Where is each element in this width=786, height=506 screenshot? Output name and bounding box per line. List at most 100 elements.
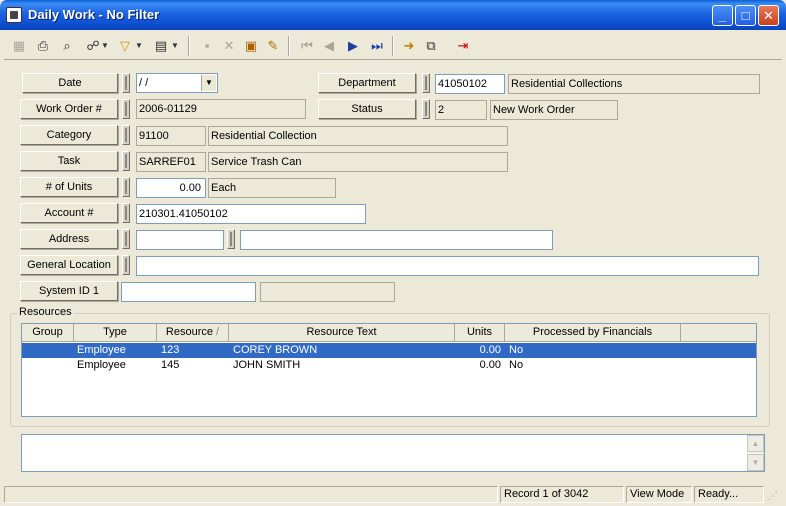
- column-header-processed[interactable]: Processed by Financials: [505, 324, 681, 342]
- close-button[interactable]: ✕: [758, 5, 779, 26]
- ready-indicator: Ready...: [694, 486, 764, 503]
- cell-resource-text: JOHN SMITH: [233, 359, 301, 371]
- work-order-label-button[interactable]: Work Order #: [20, 99, 118, 119]
- cell-units: 0.00: [479, 359, 501, 371]
- close-icon: ✕: [763, 8, 774, 23]
- date-grip[interactable]: [122, 73, 130, 93]
- scroll-down-icon[interactable]: ▼: [747, 454, 764, 471]
- toolbar: ▦ ⎙ ⌕ ☍ ▼ ▽ ▼ ▤ ▼ ▪ ✕ ▣ ✎ ⏮ ◀ ▶ ⏭ ➜ ⧉ ⇥: [4, 31, 782, 60]
- exit-icon[interactable]: ⇥: [452, 35, 474, 57]
- task-code-field: SARREF01: [136, 152, 206, 172]
- account-grip[interactable]: [122, 203, 130, 223]
- goto-icon[interactable]: ➜: [398, 35, 420, 57]
- filter-dropdown-arrow-icon[interactable]: ▼: [134, 35, 144, 57]
- units-field[interactable]: 0.00: [136, 178, 206, 198]
- units-grip[interactable]: [122, 177, 130, 197]
- column-header-filler: [681, 324, 756, 342]
- department-grip[interactable]: [422, 73, 430, 93]
- department-code-field[interactable]: 41050102: [435, 74, 505, 94]
- resources-group-label: Resources: [17, 306, 74, 318]
- preview-icon[interactable]: ⌕: [56, 35, 78, 57]
- chevron-down-icon[interactable]: ▼: [201, 75, 216, 91]
- table-row[interactable]: Employee 123 COREY BROWN 0.00 No: [22, 343, 756, 358]
- cell-type: Employee: [77, 359, 126, 371]
- table-row[interactable]: Employee 145 JOHN SMITH 0.00 No: [22, 358, 756, 373]
- record-counter: Record 1 of 3042: [500, 486, 624, 503]
- filter-icon[interactable]: ▽: [114, 35, 136, 57]
- edit-icon[interactable]: ✎: [262, 35, 284, 57]
- units-label-button[interactable]: # of Units: [20, 177, 118, 197]
- department-name-field: Residential Collections: [508, 74, 760, 94]
- category-label-button[interactable]: Category: [20, 125, 118, 145]
- sort-ascending-icon: /: [216, 326, 220, 338]
- notes-scrollbar[interactable]: ▲ ▼: [747, 435, 764, 471]
- department-label-button[interactable]: Department: [318, 73, 416, 93]
- general-location-label-button[interactable]: General Location: [20, 255, 118, 275]
- status-label-button[interactable]: Status: [318, 99, 416, 119]
- column-header-resource[interactable]: Resource /: [157, 324, 229, 342]
- task-name-field: Service Trash Can: [208, 152, 508, 172]
- cell-processed: No: [509, 344, 524, 356]
- date-picker[interactable]: / / ▼: [136, 73, 218, 93]
- system-id-field[interactable]: [121, 282, 256, 302]
- general-location-field[interactable]: [136, 256, 759, 276]
- task-label-button[interactable]: Task: [20, 151, 118, 171]
- task-grip[interactable]: [122, 151, 130, 171]
- date-label-button[interactable]: Date: [22, 73, 118, 93]
- column-header-group[interactable]: Group: [22, 324, 74, 342]
- save-icon[interactable]: ▪: [196, 35, 218, 57]
- address-street-grip[interactable]: [227, 229, 235, 249]
- cell-group: [26, 358, 72, 373]
- general-location-grip[interactable]: [122, 255, 130, 275]
- system-id-description-field: [260, 282, 395, 302]
- app-icon[interactable]: [6, 7, 22, 23]
- first-record-icon[interactable]: ⏮: [296, 35, 318, 57]
- address-street-field[interactable]: [240, 230, 553, 250]
- resize-grip-icon[interactable]: ⋰: [768, 490, 782, 504]
- delete-icon[interactable]: ✕: [218, 35, 240, 57]
- report-icon[interactable]: ▤: [150, 35, 172, 57]
- print-icon[interactable]: ⎙: [32, 35, 54, 57]
- date-value: / /: [139, 77, 149, 89]
- account-label-button[interactable]: Account #: [20, 203, 118, 223]
- resources-table[interactable]: Group Type Resource / Resource Text Unit…: [21, 323, 757, 417]
- search-dropdown-arrow-icon[interactable]: ▼: [100, 35, 110, 57]
- category-name-field: Residential Collection: [208, 126, 508, 146]
- cell-resource-text: COREY BROWN: [233, 344, 318, 356]
- minimize-button[interactable]: _: [712, 5, 733, 26]
- status-code-field: 2: [435, 100, 487, 120]
- stack-icon[interactable]: ▣: [240, 35, 262, 57]
- category-code-field: 91100: [136, 126, 206, 146]
- minimize-icon: _: [718, 8, 727, 23]
- address-label-button[interactable]: Address: [20, 229, 118, 249]
- title-bar: Daily Work - No Filter _ □ ✕: [0, 0, 786, 30]
- maximize-button[interactable]: □: [735, 5, 756, 26]
- cell-units: 0.00: [479, 344, 501, 356]
- system-id-label-button[interactable]: System ID 1: [20, 281, 118, 301]
- cell-resource: 145: [161, 359, 180, 371]
- mode-indicator: View Mode: [626, 486, 692, 503]
- work-order-grip[interactable]: [122, 99, 130, 119]
- scroll-up-icon[interactable]: ▲: [747, 435, 764, 452]
- map-icon[interactable]: ⧉: [420, 35, 442, 57]
- status-grip[interactable]: [422, 99, 430, 119]
- previous-record-icon[interactable]: ◀: [318, 35, 340, 57]
- category-grip[interactable]: [122, 125, 130, 145]
- cell-group: [26, 343, 72, 358]
- last-record-icon[interactable]: ⏭: [366, 35, 388, 57]
- address-grip[interactable]: [122, 229, 130, 249]
- toolbar-separator: [288, 36, 290, 56]
- account-field[interactable]: 210301.41050102: [136, 204, 366, 224]
- status-panel-empty: [4, 486, 498, 503]
- column-header-type[interactable]: Type: [74, 324, 157, 342]
- column-header-units[interactable]: Units: [455, 324, 505, 342]
- next-record-icon[interactable]: ▶: [342, 35, 364, 57]
- grid-icon[interactable]: ▦: [8, 35, 30, 57]
- window-title: Daily Work - No Filter: [28, 7, 160, 22]
- cell-type: Employee: [77, 344, 126, 356]
- report-dropdown-arrow-icon[interactable]: ▼: [170, 35, 180, 57]
- address-number-field[interactable]: [136, 230, 224, 250]
- cell-processed: No: [509, 359, 524, 371]
- column-header-resource-text[interactable]: Resource Text: [229, 324, 455, 342]
- notes-textarea[interactable]: ▲ ▼: [21, 434, 765, 472]
